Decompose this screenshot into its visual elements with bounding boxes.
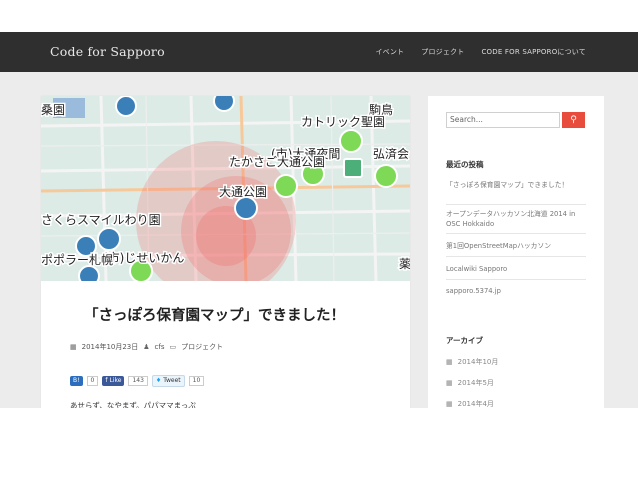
map-label-8: ポポラー札幌 (41, 252, 113, 267)
recent-post-2[interactable]: 第1回OpenStreetMapハッカソン (446, 241, 586, 251)
recent-post-4[interactable]: sapporo.5374.jp (446, 286, 586, 296)
archive-label: 2014年10月 (457, 358, 499, 366)
post-author[interactable]: cfs (155, 343, 165, 351)
calendar-icon: ▦ (446, 400, 453, 408)
post-featured-map-image[interactable]: 駒鳥 カトリック聖園 (市)大通夜間 弘済会 たかさご大通公園 大通公園 さくら… (41, 96, 410, 281)
recent-post-3[interactable]: Localwiki Sapporo (446, 264, 586, 274)
map-label-3: 弘済会 (373, 146, 409, 161)
site-header: Code for Sapporo イベント プロジェクト CODE FOR SA… (0, 32, 638, 72)
archive-item-1[interactable]: ▦ 2014年5月 (446, 378, 494, 388)
post-category[interactable]: プロジェクト (181, 342, 223, 352)
map-label-7: (市)じせいかん (103, 250, 184, 265)
divider (446, 279, 586, 280)
sidebar: Search... ⚲ 最近の投稿 「さっぽろ保育園マップ」できました！ オープ… (428, 96, 604, 408)
map-label-1: カトリック聖園 (301, 115, 385, 129)
tweet-label: Tweet (163, 377, 181, 384)
tweet-button[interactable]: ♦ Tweet (151, 375, 185, 387)
search-input[interactable]: Search... (446, 112, 560, 128)
tweet-count: 10 (188, 376, 205, 386)
calendar-icon: ▦ (70, 343, 77, 351)
nav-item-projects[interactable]: プロジェクト (421, 47, 464, 57)
search-button[interactable]: ⚲ (562, 112, 585, 128)
archive-title: アーカイブ (446, 336, 484, 345)
archive-item-2[interactable]: ▦ 2014年4月 (446, 399, 494, 408)
hatena-bookmark-icon[interactable]: B! (70, 376, 83, 386)
nav-item-about[interactable]: CODE FOR SAPPOROについて (481, 47, 586, 57)
post-excerpt: あせらず、なやまず。パパママまっぷ (70, 401, 196, 408)
map-label-4: たかさご大通公園 (229, 154, 325, 169)
facebook-like-button[interactable]: f Like (102, 376, 125, 386)
facebook-icon: f (105, 377, 108, 384)
recent-posts-title: 最近の投稿 (446, 160, 484, 169)
social-buttons: B! 0 f Like 143 ♦ Tweet 10 (70, 375, 205, 387)
map-label-10: 薬 (399, 257, 410, 271)
recent-post-0[interactable]: 「さっぽろ保育園マップ」できました！ (446, 180, 586, 190)
map-graphic: 駒鳥 カトリック聖園 (市)大通夜間 弘済会 たかさご大通公園 大通公園 さくら… (41, 96, 410, 281)
calendar-icon: ▦ (446, 379, 453, 387)
archive-item-0[interactable]: ▦ 2014年10月 (446, 357, 498, 367)
recent-post-1[interactable]: オープンデータハッカソン北海道 2014 in OSC Hokkaido (446, 209, 586, 229)
divider (446, 256, 586, 257)
archive-label: 2014年5月 (457, 379, 494, 387)
map-label-9: 桑園 (41, 103, 65, 117)
top-margin (0, 0, 638, 32)
twitter-bird-icon: ♦ (155, 377, 162, 384)
folder-icon: ▭ (169, 343, 177, 351)
archive-label: 2014年4月 (457, 400, 494, 408)
post-date[interactable]: 2014年10月23日 (82, 342, 139, 352)
post-title[interactable]: 「さっぽろ保育園マップ」できました！ (84, 304, 345, 325)
facebook-like-label: Like (109, 377, 122, 384)
post-card: 駒鳥 カトリック聖園 (市)大通夜間 弘済会 たかさご大通公園 大通公園 さくら… (41, 96, 410, 408)
hatena-count: 0 (86, 376, 99, 386)
calendar-icon: ▦ (446, 358, 453, 366)
divider (446, 204, 586, 205)
main-nav: イベント プロジェクト CODE FOR SAPPOROについて (375, 47, 586, 57)
map-label-5: 大通公園 (219, 185, 267, 199)
user-icon: ♟ (143, 343, 150, 351)
facebook-like-count: 143 (128, 376, 148, 386)
map-label-6: さくらスマイルわり園 (41, 213, 161, 227)
main-content: 駒鳥 カトリック聖園 (市)大通夜間 弘済会 たかさご大通公園 大通公園 さくら… (0, 72, 638, 408)
nav-item-events[interactable]: イベント (375, 47, 404, 57)
bottom-margin (0, 408, 638, 479)
site-title[interactable]: Code for Sapporo (50, 44, 165, 59)
post-meta: ▦ 2014年10月23日 ♟ cfs ▭ プロジェクト (70, 342, 223, 352)
divider (446, 233, 586, 234)
search-icon: ⚲ (570, 115, 577, 125)
